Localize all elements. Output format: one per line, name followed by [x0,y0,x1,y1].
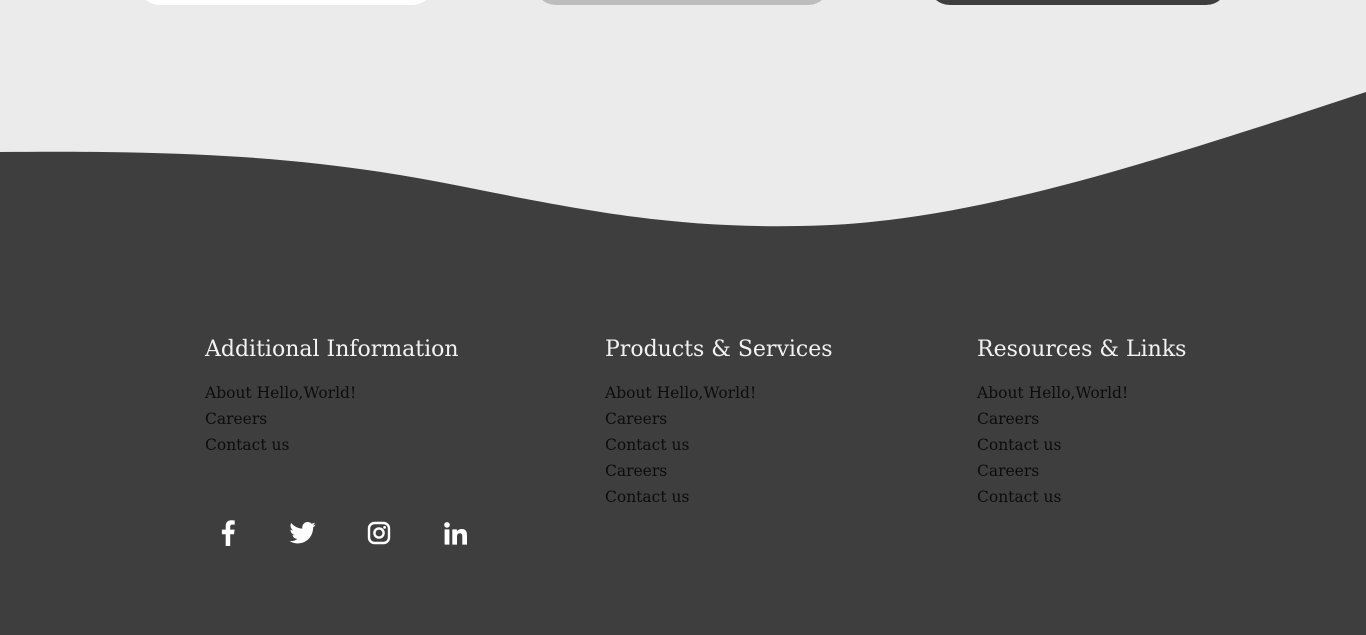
footer-link-list: About Hello,World! Careers Contact us Ca… [605,380,833,510]
list-item: About Hello,World! [205,380,459,406]
footer-link-careers[interactable]: Careers [205,406,267,432]
footer-column-additional-information: Additional Information About Hello,World… [205,334,459,458]
footer-link-about[interactable]: About Hello,World! [205,380,356,406]
twitter-link[interactable] [282,514,322,552]
footer-heading: Products & Services [605,337,833,362]
list-item: About Hello,World! [977,380,1186,406]
footer-link-careers[interactable]: Careers [605,458,667,484]
list-item: Careers [605,406,833,432]
footer-link-contact[interactable]: Contact us [605,484,689,510]
footer-heading: Resources & Links [977,337,1187,362]
footer-link-careers[interactable]: Careers [977,458,1039,484]
list-item: Contact us [977,484,1186,510]
facebook-icon [221,520,235,546]
footer-link-about[interactable]: About Hello,World! [605,380,756,406]
list-item: Careers [605,458,833,484]
footer-link-list: About Hello,World! Careers Contact us [205,380,459,458]
list-item: Careers [977,458,1186,484]
footer-link-contact[interactable]: Contact us [977,484,1061,510]
list-item: Contact us [977,432,1186,458]
facebook-link[interactable] [208,514,248,552]
list-item: About Hello,World! [605,380,833,406]
list-item: Careers [205,406,459,432]
linkedin-link[interactable] [435,514,475,552]
twitter-icon [288,522,316,544]
instagram-icon [367,521,391,545]
footer-heading: Additional Information [205,337,459,362]
footer-column-products-services: Products & Services About Hello,World! C… [605,334,833,510]
footer-link-about[interactable]: About Hello,World! [977,380,1128,406]
footer-link-contact[interactable]: Contact us [605,432,689,458]
footer-link-list: About Hello,World! Careers Contact us Ca… [977,380,1186,510]
footer-link-careers[interactable]: Careers [605,406,667,432]
footer-wave-background [0,92,1366,635]
list-item: Contact us [605,432,833,458]
list-item: Contact us [205,432,459,458]
page: Additional Information About Hello,World… [0,0,1366,635]
footer-link-contact[interactable]: Contact us [205,432,289,458]
list-item: Careers [977,406,1186,432]
linkedin-icon [443,521,467,545]
instagram-link[interactable] [359,514,399,552]
footer-link-contact[interactable]: Contact us [977,432,1061,458]
list-item: Contact us [605,484,833,510]
footer-link-careers[interactable]: Careers [977,406,1039,432]
footer-column-resources-links: Resources & Links About Hello,World! Car… [977,334,1186,510]
